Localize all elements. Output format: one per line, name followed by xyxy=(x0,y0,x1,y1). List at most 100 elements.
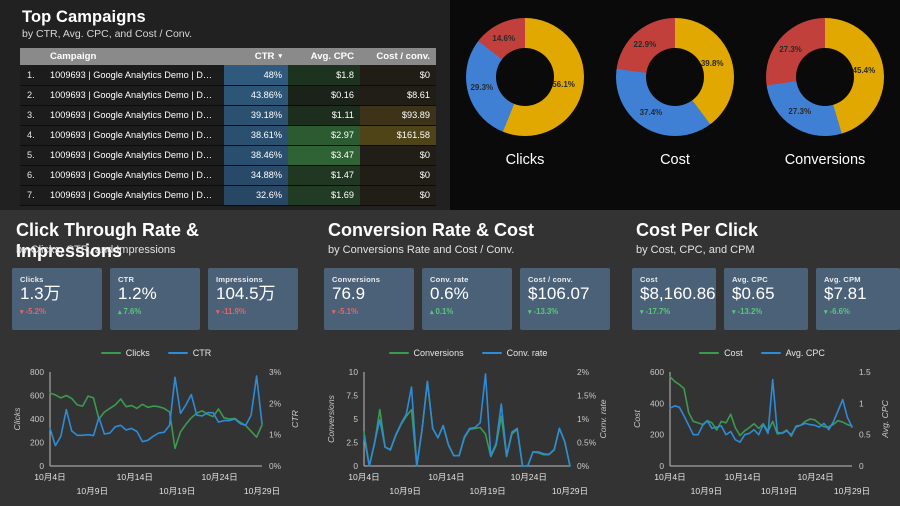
ctr-header-label: CTR xyxy=(254,51,275,62)
table-row[interactable]: 7. 1009693 | Google Analytics Demo | DR |… xyxy=(20,185,436,206)
legend-item[interactable]: CTR xyxy=(167,348,211,358)
x-axis-tick-label: 10月29日 xyxy=(834,486,870,496)
scorecard-label: Cost / conv. xyxy=(528,275,573,284)
y2-axis-tick-label: 0% xyxy=(577,461,590,471)
legend-item[interactable]: Avg. CPC xyxy=(760,348,825,358)
line-chart-svg: 0 200 400 600 800 0% 1% 2% 3% Clicks CTR 10月4日 10月9日… xyxy=(12,367,300,496)
x-axis-tick-label: 10月9日 xyxy=(77,486,109,496)
scorecard-delta: ▾ -13.2% xyxy=(732,307,800,316)
cell-campaign-name: 1009693 | Google Analytics Demo | DR | j… xyxy=(44,105,224,126)
y-axis-title: Conversions xyxy=(326,394,336,442)
x-axis-tick-label: 10月24日 xyxy=(511,472,547,482)
donut-hole xyxy=(796,48,854,106)
donut-charts-group: 56.1% 29.3% 14.6% Clicks 39.8% 37.4% 22.9% Cost… xyxy=(450,0,900,210)
delta-value: 7.6% xyxy=(123,306,142,316)
donut-title: Conversions xyxy=(784,152,866,168)
x-axis-tick-label: 10月19日 xyxy=(469,486,505,496)
legend-item[interactable]: Conversions xyxy=(388,348,464,358)
y-axis-tick-label: 600 xyxy=(30,391,44,401)
legend-item[interactable]: Clicks xyxy=(100,348,150,358)
section-title: Conversion Rate & Cost xyxy=(328,220,535,240)
x-axis-tick-label: 10月14日 xyxy=(117,472,153,482)
sort-descending-icon[interactable]: ▾ xyxy=(278,52,282,60)
delta-value: 0.1% xyxy=(435,306,454,316)
scorecard-label: Avg. CPC xyxy=(732,275,768,284)
scorecard-value: 1.3万 xyxy=(20,284,61,303)
donut-ring-wrap: 56.1% 29.3% 14.6% xyxy=(466,18,584,136)
top-zone: Top Campaigns by CTR, Avg. CPC, and Cost… xyxy=(0,0,900,210)
cell-index: 4. xyxy=(20,125,44,146)
scorecard-delta: ▴ 0.1% xyxy=(430,307,504,316)
y2-axis-tick-label: 0% xyxy=(269,461,282,471)
legend-item[interactable]: Conv. rate xyxy=(481,348,547,358)
y2-axis-tick-label: 0.5% xyxy=(577,438,597,448)
cell-avg-cpc: $3.47 xyxy=(288,145,360,166)
cell-index: 1. xyxy=(20,65,44,86)
table-row[interactable]: 4. 1009693 | Google Analytics Demo | DR |… xyxy=(20,125,436,146)
scorecard[interactable]: Conv. rate 0.6% ▴ 0.1% xyxy=(422,268,512,330)
cell-index: 7. xyxy=(20,185,44,206)
scorecard-delta: ▾ -5.1% xyxy=(332,307,406,316)
cell-campaign-name: 1009693 | Google Analytics Demo | DR | j… xyxy=(44,165,224,186)
cell-avg-cpc: $0.16 xyxy=(288,85,360,106)
column-header-ctr[interactable]: CTR ▾ xyxy=(224,48,288,65)
cell-ctr: 32.6% xyxy=(224,185,288,206)
y2-axis-tick-label: 1.5 xyxy=(859,367,871,377)
table-row[interactable]: 5. 1009693 | Google Analytics Demo | DR |… xyxy=(20,145,436,166)
table-row[interactable]: 3. 1009693 | Google Analytics Demo | DR |… xyxy=(20,105,436,126)
legend-label: Cost xyxy=(724,348,743,358)
series-line-cost xyxy=(669,375,853,437)
scorecard[interactable]: Cost $8,160.86 ▾ -17.7% xyxy=(632,268,716,330)
cell-cost-per-conv: $0 xyxy=(360,145,436,166)
cell-index: 5. xyxy=(20,145,44,166)
x-axis-tick-label: 10月24日 xyxy=(201,472,237,482)
scorecard-label: Impressions xyxy=(216,275,263,284)
scorecard-group: Cost $8,160.86 ▾ -17.7% Avg. CPC $0.65 ▾ -13.2%… xyxy=(632,268,900,330)
donut-ring-wrap: 39.8% 37.4% 22.9% xyxy=(616,18,734,136)
donut-slice-label: 27.3% xyxy=(788,107,812,117)
scorecard[interactable]: Cost / conv. $106.07 ▾ -13.3% xyxy=(520,268,610,330)
y-axis-tick-label: 800 xyxy=(30,367,44,377)
cell-campaign-name: 1009693 | Google Analytics Demo | DR | j… xyxy=(44,125,224,146)
y-axis-tick-label: 0 xyxy=(659,461,664,471)
scorecard-label: CTR xyxy=(118,275,135,284)
chart-click-through-rate: Clicks CTR 0 200 400 600 800 0% 1% 2% 3% Clicks CTR 1… xyxy=(6,348,306,506)
section-cost-per-click: Cost Per Click by Cost, CPC, and CPM Cos… xyxy=(620,210,900,506)
scorecard[interactable]: Conversions 76.9 ▾ -5.1% xyxy=(324,268,414,330)
column-header-campaign[interactable]: Campaign xyxy=(44,48,224,65)
column-header-avg-cpc[interactable]: Avg. CPC xyxy=(288,48,360,65)
column-header-cost-conv[interactable]: Cost / conv. xyxy=(360,48,436,65)
cell-campaign-name: 1009693 | Google Analytics Demo | DR | j… xyxy=(44,65,224,86)
scorecard-value: $0.65 xyxy=(732,284,775,303)
scorecard-value: 1.2% xyxy=(118,284,157,303)
scorecard[interactable]: Clicks 1.3万 ▾ -5.2% xyxy=(12,268,102,330)
legend-swatch xyxy=(388,351,409,355)
scorecard[interactable]: Avg. CPM $7.81 ▾ -6.6% xyxy=(816,268,900,330)
scorecard-group: Clicks 1.3万 ▾ -5.2% CTR 1.2% ▴ 7.6% Impressions 1… xyxy=(12,268,298,330)
scorecard[interactable]: CTR 1.2% ▴ 7.6% xyxy=(110,268,200,330)
line-chart-svg: 0 2.5 5 7.5 10 0% 0.5% 1% 1.5% 2% Conversions Conv.… xyxy=(326,367,608,496)
legend-item[interactable]: Cost xyxy=(699,348,743,358)
table-row[interactable]: 2. 1009693 | Google Analytics Demo | DR |… xyxy=(20,85,436,106)
donut-slice-label: 29.3% xyxy=(470,83,494,93)
donut-hole xyxy=(646,48,704,106)
y2-axis-tick-label: 0 xyxy=(859,461,864,471)
legend-label: Conversions xyxy=(413,348,464,358)
cell-campaign-name: 1009693 | Google Analytics Demo | DR | j… xyxy=(44,85,224,106)
table-row[interactable]: 1. 1009693 | Google Analytics Demo | DR |… xyxy=(20,65,436,86)
section-subtitle: by Conversions Rate and Cost / Conv. xyxy=(328,244,515,256)
bottom-zone: Click Through Rate & Impressions by Clic… xyxy=(0,210,900,506)
delta-arrow-icon: ▾ xyxy=(20,308,24,316)
scorecard[interactable]: Impressions 104.5万 ▾ -11.9% xyxy=(208,268,298,330)
delta-value: -6.6% xyxy=(829,306,850,316)
legend-swatch xyxy=(481,351,502,355)
scorecard-value: $8,160.86 xyxy=(640,284,716,303)
scorecard-delta: ▾ -5.2% xyxy=(20,307,94,316)
cell-index: 6. xyxy=(20,165,44,186)
scorecard-label: Conversions xyxy=(332,275,381,284)
y2-axis-tick-label: 1% xyxy=(269,430,282,440)
column-header-index[interactable] xyxy=(20,48,44,65)
scorecard[interactable]: Avg. CPC $0.65 ▾ -13.2% xyxy=(724,268,808,330)
top-campaigns-subtitle: by CTR, Avg. CPC, and Cost / Conv. xyxy=(22,28,193,40)
table-row[interactable]: 6. 1009693 | Google Analytics Demo | DR |… xyxy=(20,165,436,186)
